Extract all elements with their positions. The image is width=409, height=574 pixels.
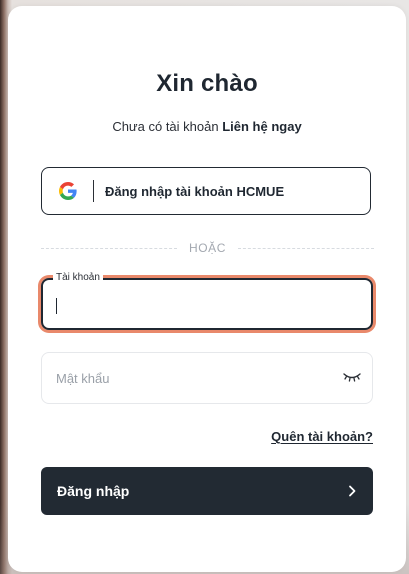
login-card: Xin chào Chưa có tài khoản Liên hệ ngay … [8,6,406,572]
login-button-label: Đăng nhập [57,483,130,499]
login-button[interactable]: Đăng nhập [41,467,373,515]
google-button-divider [93,180,94,202]
contact-link[interactable]: Liên hệ ngay [222,119,301,134]
google-login-label: Đăng nhập tài khoản HCMUE [105,183,285,199]
username-field: Tài khoản [41,272,373,330]
password-input[interactable] [42,353,372,403]
google-icon [59,182,77,200]
password-field [41,352,373,404]
or-line-right [238,247,375,249]
or-line-left [41,247,177,249]
forgot-account-link[interactable]: Quên tài khoản? [271,429,373,444]
chevron-right-icon [347,485,357,497]
page-title: Xin chào [156,70,258,97]
eye-closed-icon[interactable] [342,370,362,384]
text-cursor [56,298,58,314]
username-input[interactable] [43,280,371,328]
no-account-text: Chưa có tài khoản [112,119,219,134]
google-login-button[interactable]: Đăng nhập tài khoản HCMUE [41,167,371,215]
or-text: HOẶC [188,241,227,255]
or-divider: HOẶC [41,240,375,256]
signup-prompt: Chưa có tài khoản Liên hệ ngay [8,119,406,134]
